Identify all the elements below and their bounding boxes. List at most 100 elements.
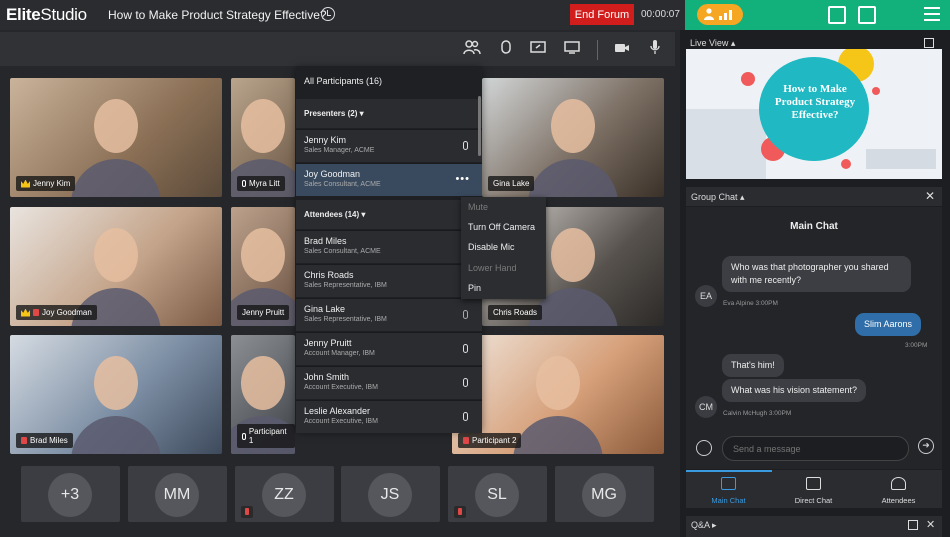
participant-body xyxy=(71,415,161,454)
video-tile[interactable]: Jenny Kim xyxy=(10,78,222,197)
participant-row-selected[interactable]: Joy Goodman Sales Consultant, ACME ••• xyxy=(296,163,482,196)
grid-view-icon[interactable] xyxy=(858,6,876,24)
context-menu-item[interactable]: Disable Mic xyxy=(468,242,515,252)
mic-icon xyxy=(242,432,246,440)
hand-icon[interactable] xyxy=(496,39,516,59)
presenters-header[interactable]: Presenters (2) ▾ xyxy=(296,99,482,128)
qa-section-header xyxy=(686,516,942,537)
video-tile[interactable]: Participant 1 xyxy=(231,335,295,454)
participant-name: Myra Litt xyxy=(249,179,280,188)
participant-face xyxy=(94,99,138,154)
participant-row[interactable]: Leslie Alexander Account Executive, IBM xyxy=(296,400,482,433)
camera-icon[interactable] xyxy=(612,39,632,59)
live-view-label[interactable]: Live View ▴ xyxy=(690,38,735,49)
participant-name: Gina Lake xyxy=(493,179,530,188)
message-meta: Eva Alpine 3:00PM xyxy=(723,300,778,307)
expand-icon[interactable] xyxy=(908,520,918,530)
close-icon[interactable]: ✕ xyxy=(926,518,935,531)
participant-name: Participant 1 xyxy=(248,427,287,445)
context-menu-item: Mute xyxy=(468,202,489,212)
emoji-icon[interactable] xyxy=(696,440,712,456)
participants-icon[interactable] xyxy=(462,39,482,59)
session-title: How to Make Product Strategy Effective? xyxy=(108,8,327,22)
tab-direct-chat[interactable]: Direct Chat xyxy=(771,472,856,508)
crown-icon xyxy=(21,308,30,317)
video-tile[interactable]: Brad Miles xyxy=(10,335,222,454)
avatar: EA xyxy=(695,285,717,307)
caret-up-icon: ▴ xyxy=(740,192,745,202)
share-screen-icon[interactable] xyxy=(528,39,548,59)
mic-icon[interactable] xyxy=(463,412,468,421)
muted-mic-icon xyxy=(241,506,253,518)
user-icon xyxy=(704,8,714,20)
chat-title: Main Chat xyxy=(790,221,838,232)
qa-label[interactable]: Q&A ▸ xyxy=(691,520,717,531)
connection-status-pill[interactable] xyxy=(697,4,743,25)
chat-message: What was his vision statement? xyxy=(722,379,867,402)
participant-name-tag: Participant 2 xyxy=(458,433,522,448)
clock-icon xyxy=(321,7,335,21)
participant-row[interactable]: Gina Lake Sales Representative, IBM xyxy=(296,298,482,331)
chat-panel xyxy=(686,207,942,469)
participant-name: Jenny Pruitt xyxy=(304,338,352,348)
participant-face xyxy=(94,356,138,411)
participant-role: Sales Consultant, ACME xyxy=(304,248,381,255)
participant-context-menu: Mute Turn Off Camera Disable Mic Lower Hand… xyxy=(461,197,546,299)
video-tile[interactable]: Jenny Pruitt xyxy=(231,207,295,326)
participant-role: Sales Representative, IBM xyxy=(304,282,387,289)
mic-icon[interactable] xyxy=(463,378,468,387)
mic-icon[interactable] xyxy=(463,141,468,150)
send-icon[interactable]: ➜ xyxy=(918,438,934,454)
participant-row[interactable]: Jenny Kim Sales Manager, ACME xyxy=(296,129,482,162)
video-tile[interactable]: Participant 2 xyxy=(452,335,664,454)
participant-initials: +3 xyxy=(48,473,92,517)
context-menu-item[interactable]: Turn Off Camera xyxy=(468,222,535,232)
participant-thumbnail[interactable]: JS xyxy=(341,466,440,522)
chat-message-input[interactable] xyxy=(722,436,909,461)
muted-mic-icon xyxy=(454,506,466,518)
video-tile[interactable]: Gina Lake xyxy=(482,78,664,197)
participant-thumbnail[interactable]: MG xyxy=(555,466,654,522)
participant-thumbnail[interactable]: MM xyxy=(128,466,227,522)
layout-icon[interactable] xyxy=(828,6,846,24)
participants-scrollbar[interactable] xyxy=(478,96,481,156)
all-participants-header[interactable]: All Participants (16) xyxy=(296,66,482,95)
present-icon[interactable] xyxy=(562,39,582,59)
caret-down-icon: ▾ xyxy=(359,109,364,118)
participant-name-tag: Brad Miles xyxy=(16,433,73,448)
participant-row[interactable]: Jenny Pruitt Account Manager, IBM xyxy=(296,332,482,365)
tab-attendees[interactable]: Attendees xyxy=(856,472,941,508)
attendees-header[interactable]: Attendees (14) ▾ xyxy=(296,200,482,229)
message-meta: Calvin McHugh 3:00PM xyxy=(723,410,792,417)
participant-name: John Smith xyxy=(304,372,350,382)
participant-row[interactable]: Chris Roads Sales Representative, IBM xyxy=(296,264,482,297)
chat-icon xyxy=(721,477,736,490)
participant-row[interactable]: John Smith Account Executive, IBM xyxy=(296,366,482,399)
participant-name: Jenny Kim xyxy=(304,135,347,145)
end-forum-button[interactable]: End Forum xyxy=(570,4,634,25)
context-menu-item[interactable]: Pin xyxy=(468,283,481,293)
mic-icon xyxy=(242,180,246,187)
participant-name: Participant 2 xyxy=(472,436,517,445)
close-icon[interactable]: ✕ xyxy=(925,189,935,203)
group-chat-label[interactable]: Group Chat ▴ xyxy=(691,192,745,203)
participant-face xyxy=(241,356,285,411)
participant-name: Joy Goodman xyxy=(304,169,361,179)
crown-icon xyxy=(21,179,30,188)
tab-main-chat[interactable]: Main Chat xyxy=(686,472,771,508)
signal-bars-icon xyxy=(719,9,732,20)
video-tile[interactable]: Myra Litt xyxy=(231,78,295,197)
video-tile[interactable]: Joy Goodman xyxy=(10,207,222,326)
expand-icon[interactable] xyxy=(924,38,934,48)
participant-initials: JS xyxy=(368,473,412,517)
muted-mic-icon[interactable] xyxy=(463,310,468,319)
participant-thumbnail[interactable]: ZZ xyxy=(235,466,334,522)
menu-icon[interactable] xyxy=(924,7,940,21)
more-options-icon[interactable]: ••• xyxy=(455,173,470,185)
participant-thumbnail[interactable]: SL xyxy=(448,466,547,522)
mic-icon[interactable] xyxy=(645,39,665,59)
participant-thumbnail[interactable]: +3 xyxy=(21,466,120,522)
participant-row[interactable]: Brad Miles Sales Consultant, ACME xyxy=(296,230,482,263)
participant-role: Account Executive, IBM xyxy=(304,418,378,425)
mic-icon[interactable] xyxy=(463,344,468,353)
